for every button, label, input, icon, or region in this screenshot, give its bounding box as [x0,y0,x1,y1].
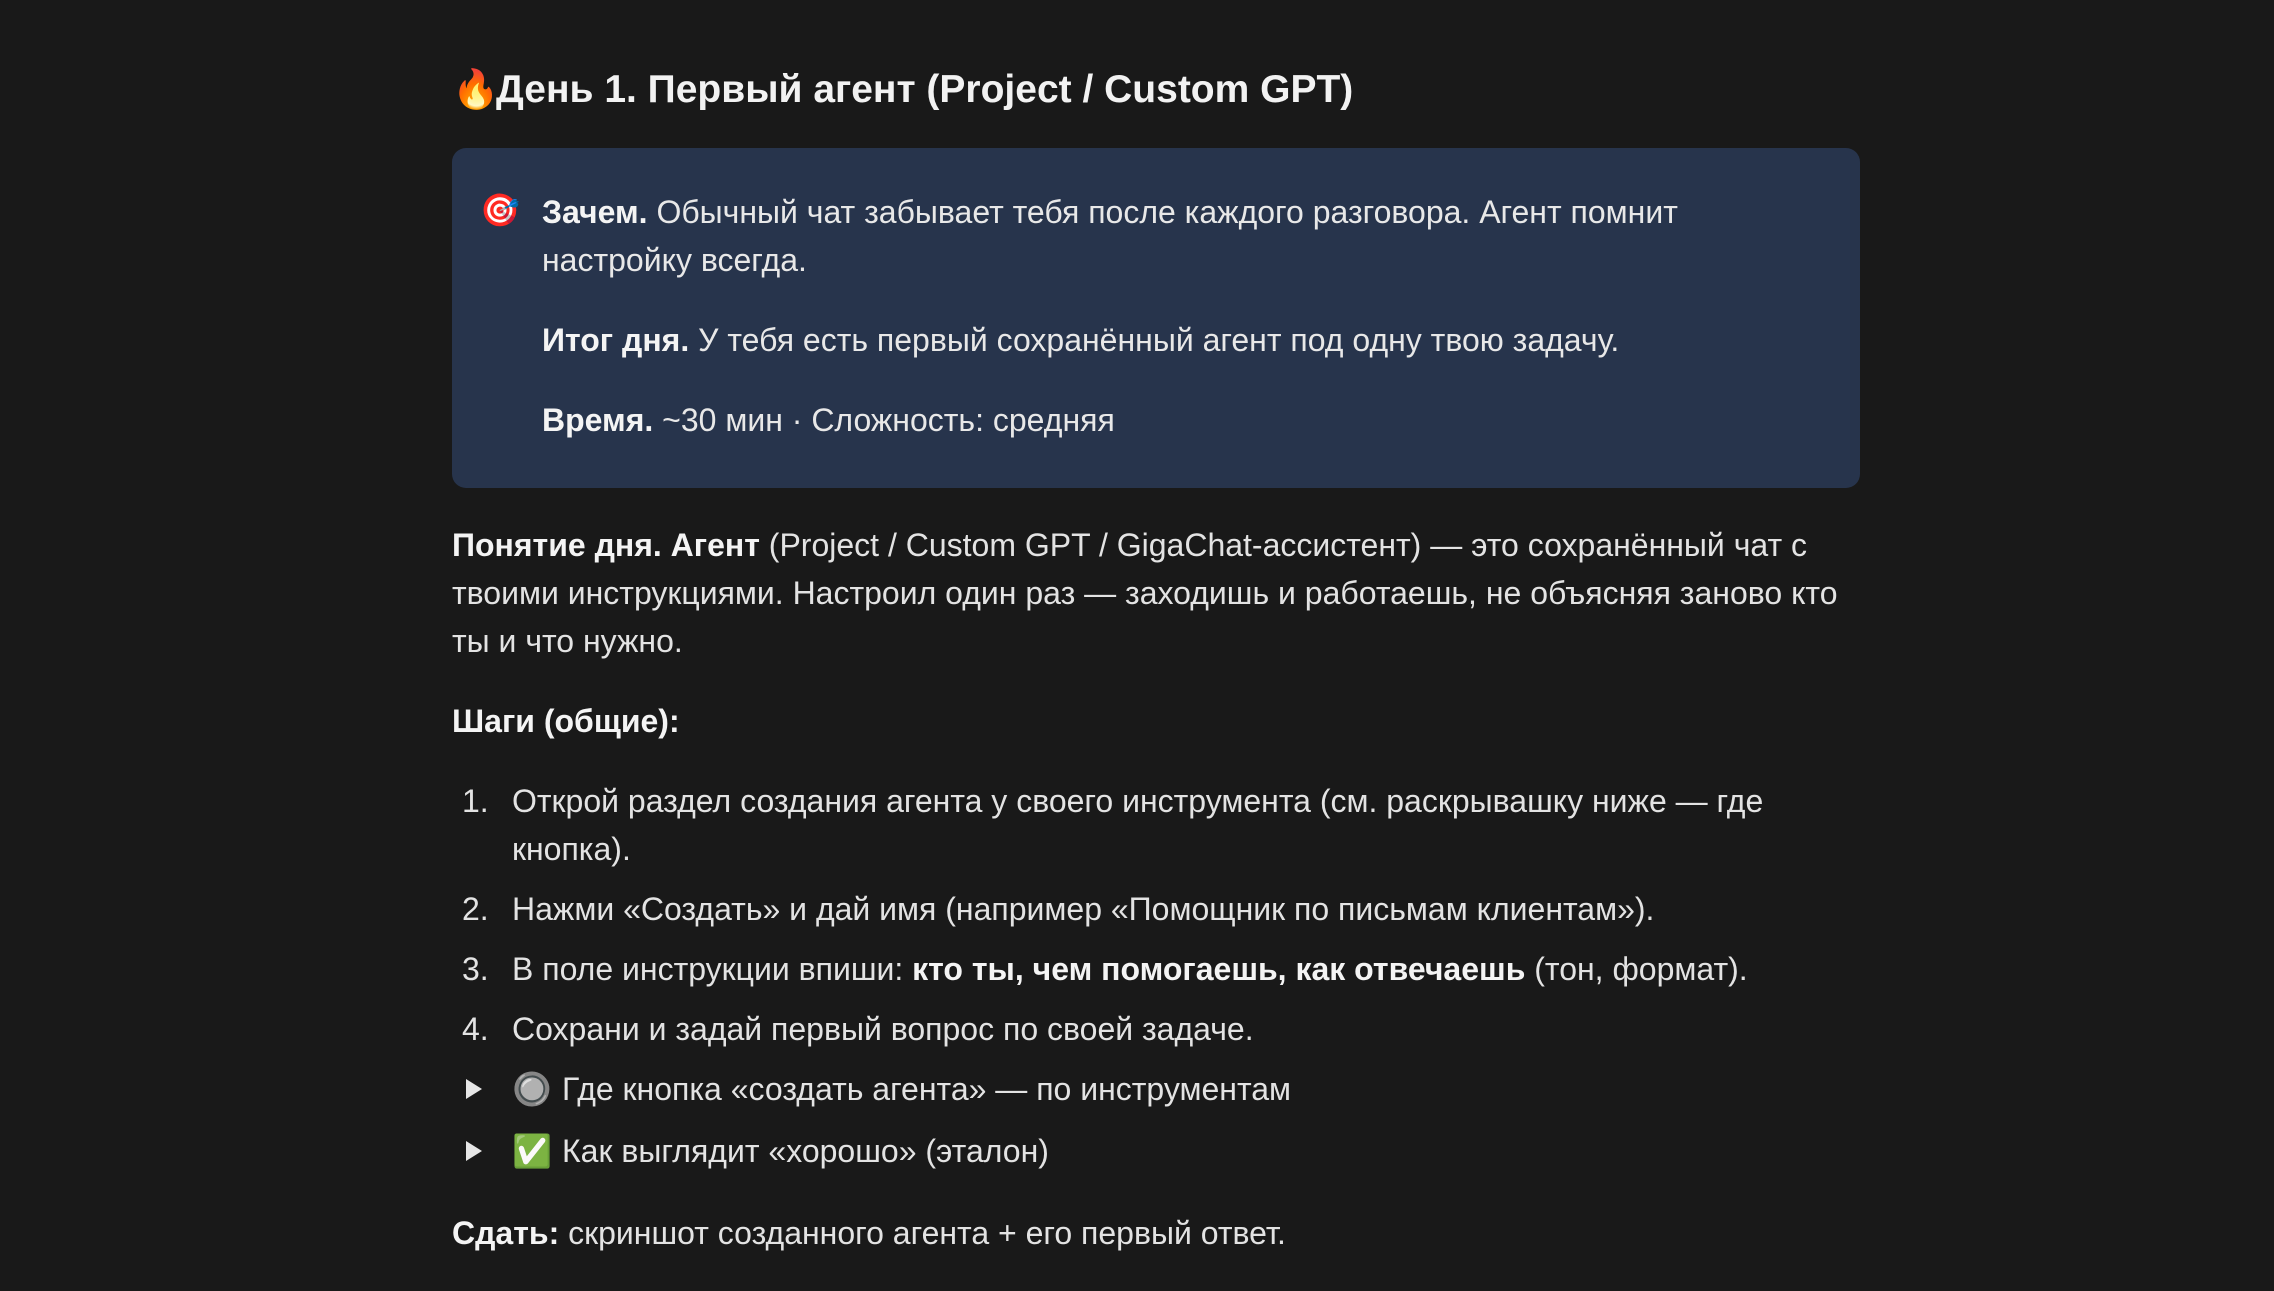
deliver-label: Сдать: [452,1215,560,1251]
callout-why-label: Зачем. [542,194,648,230]
list-item: 3. В поле инструкции впиши: кто ты, чем … [452,945,1860,993]
callout-result-text: У тебя есть первый сохранённый агент под… [689,322,1620,358]
page-title-text: День 1. Первый агент (Project / Custom G… [496,68,1354,111]
callout-body: Зачем. Обычный чат забывает тебя после к… [542,188,1812,444]
list-item-text-after: (тон, формат). [1525,951,1748,987]
callout-time-text: ~30 мин · Сложность: средняя [653,402,1115,438]
concept-label: Понятие дня. Агент [452,527,760,563]
toggle-arrow-icon[interactable] [466,1079,482,1099]
toggle-label[interactable]: Где кнопка «создать агента» — по инструм… [562,1065,1291,1113]
steps-heading: Шаги (общие): [452,697,1860,745]
steps-heading-text: Шаги (общие): [452,703,680,739]
target-icon: 🎯 [480,192,520,228]
list-item-text-bold: кто ты, чем помогаешь, как отвечаешь [912,951,1526,987]
deliver-paragraph: Сдать: скриншот созданного агента + его … [452,1209,1860,1257]
list-item: 4. Сохрани и задай первый вопрос по свое… [452,1005,1860,1053]
callout-why-text: Обычный чат забывает тебя после каждого … [542,194,1678,278]
callout-time-label: Время. [542,402,654,438]
list-item-text: Открой раздел создания агента у своего и… [512,783,1764,867]
callout-result: Итог дня. У тебя есть первый сохранённый… [542,316,1812,364]
toggle-arrow-icon[interactable] [466,1141,482,1161]
callout-why: Зачем. Обычный чат забывает тебя после к… [542,188,1812,284]
list-item-number: 1. [462,783,489,819]
list-item-text: Сохрани и задай первый вопрос по своей з… [512,1011,1254,1047]
toggle-example-good[interactable]: ✅ Как выглядит «хорошо» (эталон) [452,1127,1860,1175]
steps-list: 1. Открой раздел создания агента у своег… [452,777,1860,1189]
list-item-number: 3. [462,951,489,987]
callout-time: Время. ~30 мин · Сложность: средняя [542,396,1812,444]
page-title: 🔥 День 1. Первый агент (Project / Custom… [452,62,1353,118]
deliver-text: скриншот созданного агента + его первый … [559,1215,1286,1251]
list-item-number: 2. [462,891,489,927]
list-item-text: Нажми «Создать» и дай имя (например «Пом… [512,891,1655,927]
toggle-where-button[interactable]: 🔘 Где кнопка «создать агента» — по инстр… [452,1065,1860,1113]
toggle-label[interactable]: Как выглядит «хорошо» (эталон) [562,1127,1049,1175]
list-item-number: 4. [462,1011,489,1047]
list-item: 1. Открой раздел создания агента у своег… [452,777,1860,873]
concept-paragraph: Понятие дня. Агент (Project / Custom GPT… [452,521,1860,665]
callout-block: 🎯 Зачем. Обычный чат забывает тебя после… [452,148,1860,488]
list-item: 2. Нажми «Создать» и дай имя (например «… [452,885,1860,933]
radio-button-icon: 🔘 [512,1071,552,1107]
list-item-text-before: В поле инструкции впиши: [512,951,913,987]
check-mark-icon: ✅ [512,1133,552,1169]
fire-icon: 🔥 [452,69,500,111]
callout-result-label: Итог дня. [542,322,690,358]
